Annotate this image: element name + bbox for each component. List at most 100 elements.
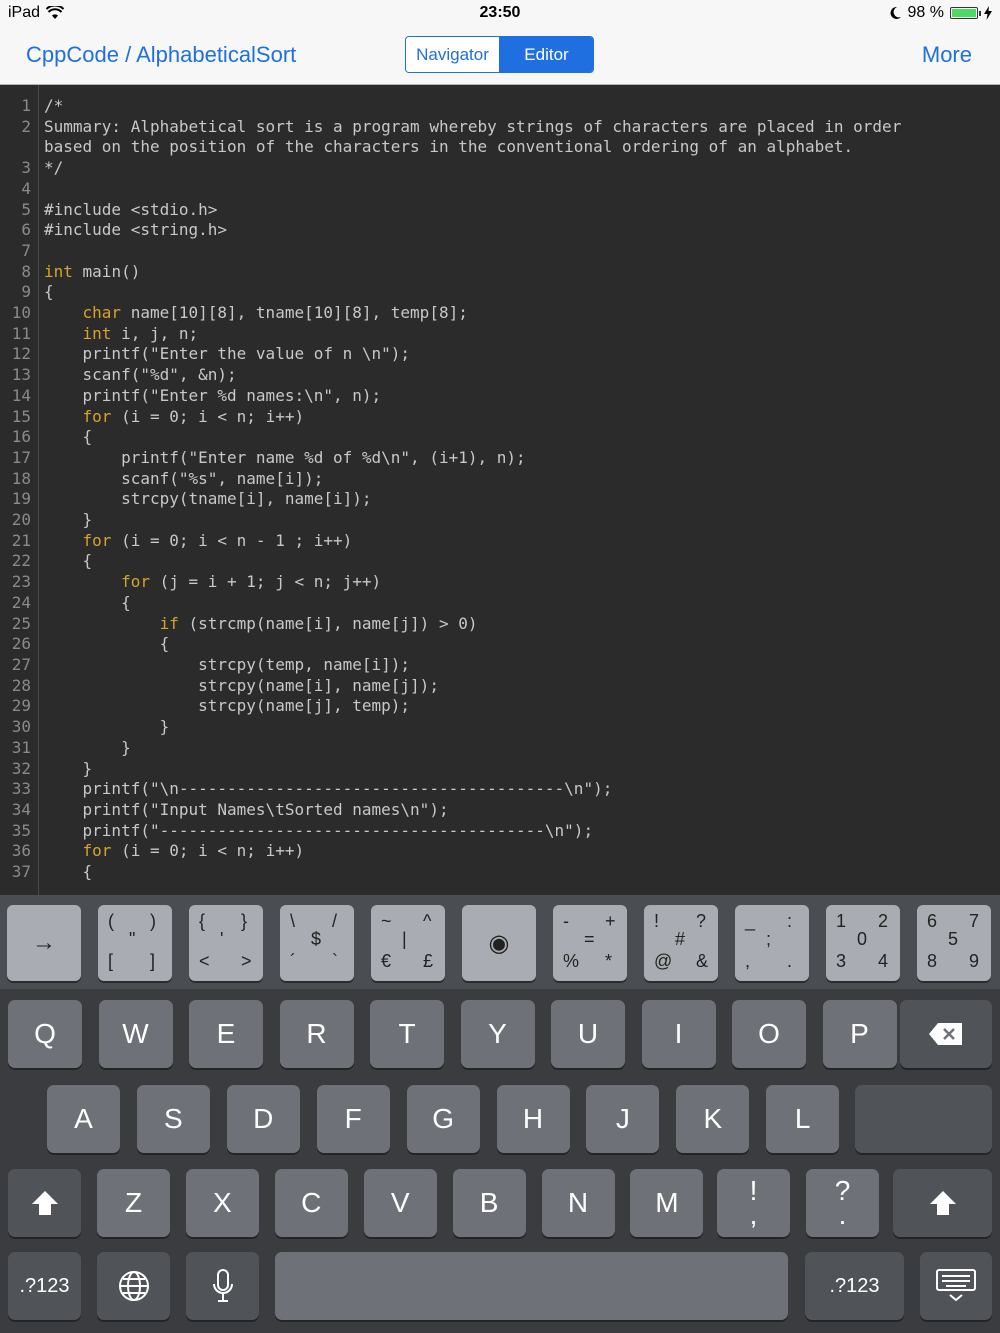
line-text[interactable]: { — [31, 551, 951, 572]
code-line[interactable]: 24 { — [0, 593, 1000, 614]
brace-angle-key[interactable]: {} ' < > — [189, 905, 263, 981]
key-b[interactable]: B — [452, 1169, 526, 1237]
line-text[interactable]: strcpy(tname[i], name[i]); — [31, 489, 951, 510]
shift-key-left[interactable] — [8, 1169, 81, 1237]
code-line[interactable]: 7 — [0, 241, 1000, 262]
code-line[interactable]: 8 int main() — [0, 262, 1000, 283]
code-line[interactable]: 27 strcpy(temp, name[i]); — [0, 655, 1000, 676]
key-h[interactable]: H — [496, 1085, 570, 1153]
line-text[interactable]: strcpy(name[j], temp); — [31, 696, 951, 717]
digits-1-4-key[interactable]: 1 203 4 — [826, 905, 900, 981]
code-line[interactable]: 4 — [0, 179, 1000, 200]
view-segmented-control[interactable]: Navigator Editor — [405, 36, 594, 73]
line-text[interactable]: scanf("%d", &n); — [31, 365, 951, 386]
key-m[interactable]: M — [630, 1169, 704, 1237]
paren-bracket-key[interactable]: () " [] — [98, 905, 172, 981]
key-g[interactable]: G — [406, 1085, 480, 1153]
code-line[interactable]: 1/* — [0, 96, 1000, 117]
line-text[interactable]: } — [31, 738, 951, 759]
punct-key[interactable]: !? # @ & — [644, 905, 718, 981]
key-i[interactable]: I — [641, 1000, 716, 1068]
line-text[interactable]: for (j = i + 1; j < n; j++) — [31, 572, 951, 593]
exclaim-comma-key[interactable]: !, — [717, 1169, 790, 1237]
key-z[interactable]: Z — [97, 1169, 170, 1237]
line-text[interactable]: printf("Enter %d names:\n", n); — [31, 386, 951, 407]
code-line[interactable]: 31 } — [0, 738, 1000, 759]
code-line[interactable]: 17 printf("Enter name %d of %d\n", (i+1)… — [0, 448, 1000, 469]
key-q[interactable]: Q — [8, 1000, 82, 1068]
globe-key[interactable] — [97, 1252, 170, 1320]
key-k[interactable]: K — [676, 1085, 750, 1153]
code-line[interactable]: 13 scanf("%d", &n); — [0, 365, 1000, 386]
key-v[interactable]: V — [363, 1169, 437, 1237]
line-text[interactable]: #include <string.h> — [31, 220, 951, 241]
space-bar[interactable] — [275, 1252, 788, 1320]
key-t[interactable]: T — [370, 1000, 444, 1068]
line-text[interactable]: Summary: Alphabetical sort is a program … — [31, 117, 951, 158]
line-text[interactable]: char name[10][8], tname[10][8], temp[8]; — [31, 303, 951, 324]
code-line[interactable]: 3 */ — [0, 158, 1000, 179]
slash-dollar-key[interactable]: \ / $ ´ ` — [280, 905, 354, 981]
key-w[interactable]: W — [98, 1000, 173, 1068]
code-editor[interactable]: 1/* 2 Summary: Alphabetical sort is a prog… — [0, 85, 1000, 895]
code-line[interactable]: 16 { — [0, 427, 1000, 448]
code-line[interactable]: 33 printf("\n---------------------------… — [0, 779, 1000, 800]
key-d[interactable]: D — [226, 1085, 300, 1153]
tab-key[interactable]: → — [7, 905, 81, 981]
hide-keyboard-key[interactable] — [920, 1252, 992, 1320]
key-r[interactable]: R — [279, 1000, 354, 1068]
code-line[interactable]: 6 #include <string.h> — [0, 220, 1000, 241]
navigator-segment[interactable]: Navigator — [406, 37, 500, 72]
tilde-pipe-key[interactable]: ~ ^ | € £ — [371, 905, 445, 981]
code-line[interactable]: 32 } — [0, 759, 1000, 780]
underscore-key[interactable]: _:;,. — [735, 905, 809, 981]
key-s[interactable]: S — [136, 1085, 210, 1153]
key-y[interactable]: Y — [460, 1000, 535, 1068]
key-u[interactable]: U — [551, 1000, 625, 1068]
code-line[interactable]: 35 printf("-----------------------------… — [0, 821, 1000, 842]
key-f[interactable]: F — [316, 1085, 390, 1153]
cursor-key[interactable]: ◉ — [462, 905, 536, 981]
numbers-key-right[interactable]: .?123 — [805, 1252, 904, 1320]
line-text[interactable]: printf("Enter name %d of %d\n", (i+1), n… — [31, 448, 951, 469]
line-text[interactable]: */ — [31, 158, 951, 179]
line-text[interactable]: } — [31, 759, 951, 780]
code-line[interactable]: 11 int i, j, n; — [0, 324, 1000, 345]
key-j[interactable]: J — [586, 1085, 660, 1153]
code-line[interactable]: 10 char name[10][8], tname[10][8], temp[… — [0, 303, 1000, 324]
line-text[interactable]: printf("Input Names\tSorted names\n"); — [31, 800, 951, 821]
code-line[interactable]: 26 { — [0, 634, 1000, 655]
numbers-key-left[interactable]: .?123 — [8, 1252, 81, 1320]
code-line[interactable]: 20 } — [0, 510, 1000, 531]
code-line[interactable]: 25 if (strcmp(name[i], name[j]) > 0) — [0, 614, 1000, 635]
code-line[interactable]: 37 { — [0, 862, 1000, 883]
shift-key-right[interactable] — [893, 1169, 992, 1237]
code-line[interactable]: 9{ — [0, 282, 1000, 303]
code-line[interactable]: 29 strcpy(name[j], temp); — [0, 696, 1000, 717]
line-text[interactable]: } — [31, 510, 951, 531]
key-e[interactable]: E — [189, 1000, 263, 1068]
code-line[interactable]: 19 strcpy(tname[i], name[i]); — [0, 489, 1000, 510]
line-text[interactable]: for (i = 0; i < n - 1 ; i++) — [31, 531, 951, 552]
line-text[interactable]: for (i = 0; i < n; i++) — [31, 407, 951, 428]
line-text[interactable]: scanf("%s", name[i]); — [31, 469, 951, 490]
line-text[interactable]: { — [31, 593, 951, 614]
code-line[interactable]: 5 #include <stdio.h> — [0, 200, 1000, 221]
line-text[interactable]: /* — [31, 96, 951, 117]
key-o[interactable]: O — [732, 1000, 806, 1068]
code-line[interactable]: 15 for (i = 0; i < n; i++) — [0, 407, 1000, 428]
line-text[interactable]: printf("--------------------------------… — [31, 821, 951, 842]
key-c[interactable]: C — [274, 1169, 348, 1237]
code-lines[interactable]: 1/* 2 Summary: Alphabetical sort is a prog… — [0, 96, 1000, 883]
key-x[interactable]: X — [185, 1169, 259, 1237]
line-text[interactable]: int i, j, n; — [31, 324, 951, 345]
math-key[interactable]: - + =% * — [553, 905, 627, 981]
code-line[interactable]: 2 Summary: Alphabetical sort is a program… — [0, 117, 1000, 158]
line-text[interactable]: #include <stdio.h> — [31, 200, 951, 221]
code-line[interactable]: 30 } — [0, 717, 1000, 738]
code-line[interactable]: 12 printf("Enter the value of n \n"); — [0, 344, 1000, 365]
line-text[interactable]: { — [31, 282, 951, 303]
dictation-key[interactable] — [186, 1252, 259, 1320]
code-line[interactable]: 36 for (i = 0; i < n; i++) — [0, 841, 1000, 862]
code-line[interactable]: 18 scanf("%s", name[i]); — [0, 469, 1000, 490]
